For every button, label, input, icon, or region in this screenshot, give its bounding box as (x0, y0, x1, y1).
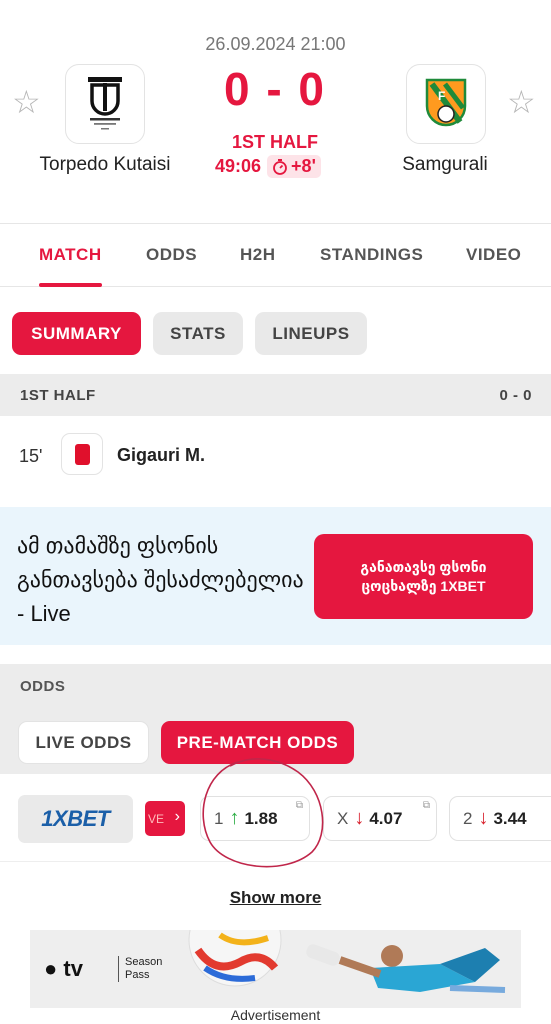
goalkeeper-image (306, 944, 506, 993)
incident-minute: 15' (19, 446, 43, 466)
promo-bet-button[interactable]: განათავსე ფსონი ცოცხალზე 1XBET (314, 534, 533, 619)
away-team-name[interactable]: Samgurali (370, 154, 520, 176)
apple-logo-icon: ● (44, 956, 58, 981)
odds-label: ODDS (20, 678, 66, 695)
first-half-label: 1ST HALF (20, 387, 96, 404)
external-link-icon: ⧉ (422, 800, 430, 811)
arrow-down-icon: ↓ (354, 807, 365, 829)
added-time-badge: +8' (267, 155, 321, 178)
red-card-icon (61, 433, 103, 475)
bookmaker-odds-row: 1XBET VE › 1 ↑ 1.88 ⧉ X ↓ 4.07 ⧉ 2 ↓ 3.4… (0, 758, 551, 868)
stopwatch-icon (273, 159, 287, 175)
match-datetime: 26.09.2024 21:00 (205, 34, 346, 54)
tab-standings[interactable]: STANDINGS (320, 245, 423, 265)
show-more-link[interactable]: Show more (0, 888, 551, 908)
bookmaker-logo[interactable]: 1XBET (18, 795, 133, 843)
home-team-name[interactable]: Torpedo Kutaisi (20, 154, 190, 176)
tab-odds[interactable]: ODDS (146, 245, 197, 265)
odd-draw-label: X (337, 808, 349, 828)
away-team-logo[interactable]: F (406, 64, 486, 144)
match-period: 1ST HALF (231, 132, 318, 152)
clock-time: 49:06 (215, 156, 262, 176)
subtab-summary[interactable]: SUMMARY (12, 312, 141, 355)
home-team-logo[interactable] (65, 64, 145, 144)
advertisement-label: Advertisement (230, 1007, 321, 1023)
tab-match[interactable]: MATCH (39, 245, 102, 265)
odd-away[interactable]: 2 ↓ 3.44 (449, 796, 551, 841)
match-header: 26.09.2024 21:00 ☆ Torpedo Kutaisi 0 - 0… (0, 0, 551, 224)
live-odds-toggle[interactable]: LIVE ODDS (18, 721, 149, 764)
match-clock: 49:06 +8' (215, 155, 321, 178)
samgurali-crest-icon: F (425, 78, 467, 127)
added-time-value: +8' (291, 156, 316, 176)
live-bet-tag[interactable]: VE › (145, 801, 185, 836)
tab-h2h[interactable]: H2H (240, 245, 276, 265)
chevron-right-icon: › (174, 808, 180, 825)
hand-drawn-circle-annotation (202, 758, 324, 868)
favorite-home-star-icon[interactable]: ☆ (12, 86, 41, 118)
incident-row[interactable]: 15' Gigauri M. (0, 418, 551, 506)
subtab-lineups[interactable]: LINEUPS (255, 312, 367, 355)
arrow-down-icon: ↓ (478, 807, 489, 829)
odd-away-value: 3.44 (493, 808, 527, 828)
torpedo-crest-icon (88, 77, 122, 130)
svg-text:F: F (438, 89, 445, 103)
first-half-header: 1ST HALF 0 - 0 (0, 374, 551, 416)
first-half-score: 0 - 0 (499, 387, 532, 404)
match-score: 0 - 0 (223, 63, 327, 115)
odd-draw[interactable]: X ↓ 4.07 ⧉ (323, 796, 437, 841)
active-tab-indicator (39, 283, 102, 287)
favorite-away-star-icon[interactable]: ☆ (507, 86, 536, 118)
tab-video[interactable]: VIDEO (466, 245, 521, 265)
odd-draw-value: 4.07 (369, 808, 403, 828)
advertisement-banner[interactable]: ● tv Season Pass (30, 930, 521, 1008)
odd-away-label: 2 (463, 808, 473, 828)
apple-tv-logo: ● tv (44, 956, 83, 982)
promo-text: ამ თამაშზე ფსონის განთავსება შესაძლებელი… (17, 533, 304, 626)
match-tabs: MATCH ODDS H2H STANDINGS VIDEO (0, 225, 551, 287)
subtab-stats[interactable]: STATS (153, 312, 243, 355)
incident-player[interactable]: Gigauri M. (117, 445, 205, 466)
ad-brand: tv (63, 956, 83, 981)
live-tag-text: VE (148, 811, 165, 826)
betting-promo-banner: ამ თამაშზე ფსონის განთავსება შესაძლებელი… (0, 507, 551, 645)
soccer-ball-icon (188, 930, 282, 987)
ad-season-pass: Season Pass (118, 956, 170, 982)
